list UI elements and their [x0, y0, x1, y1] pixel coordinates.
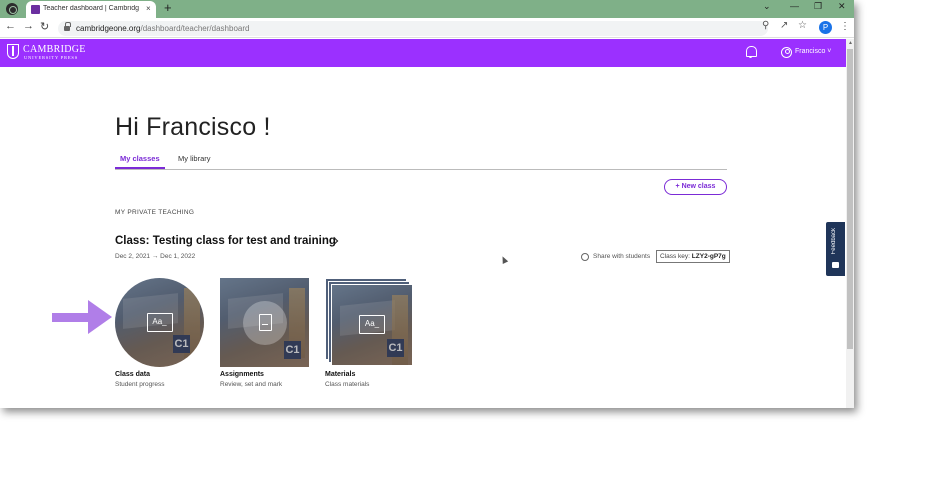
site-favicon-icon [31, 5, 40, 14]
class-key-box[interactable]: Class key: LZY2-gP7g [656, 250, 730, 263]
class-key-label: Class key: [660, 253, 690, 260]
class-key-value: LZY2-gP7g [691, 253, 726, 260]
share-with-students-radio[interactable] [581, 253, 589, 261]
scrollbar-thumb[interactable] [847, 49, 853, 349]
materials-card[interactable]: C1 Aa_ [331, 284, 413, 366]
window-close-button[interactable]: ✕ [838, 1, 846, 12]
tab-my-library[interactable]: My library [178, 154, 211, 163]
browser-tab-strip: Teacher dashboard | Cambridge × + ⌄ — ❐ … [0, 0, 854, 18]
zoom-icon[interactable]: ⚲ [762, 20, 769, 31]
assignments-title[interactable]: Assignments [220, 371, 264, 378]
share-icon[interactable]: ↗ [780, 20, 788, 31]
class-data-card[interactable]: C1 Aa_ [115, 278, 204, 367]
annotation-arrow-shaft [52, 313, 92, 322]
browser-menu-icon[interactable]: ⋮ [840, 21, 850, 32]
address-bar-row: ← → ↻ cambridgeone.org/dashboard/teacher… [0, 18, 854, 38]
user-menu-button[interactable]: Francisco ˅ [795, 48, 831, 55]
profile-avatar[interactable]: P [819, 21, 832, 34]
class-data-icon: Aa_ [146, 312, 173, 332]
class-dates: Dec 2, 2021 → Dec 1, 2022 [115, 253, 196, 260]
tab-close-icon[interactable]: × [146, 4, 151, 13]
url-text: cambridgeone.org/dashboard/teacher/dashb… [76, 24, 249, 33]
browser-tab-active[interactable]: Teacher dashboard | Cambridge × [26, 1, 156, 18]
browser-logo-icon [6, 3, 18, 15]
cambridge-crest-icon[interactable] [7, 44, 19, 59]
section-label: MY PRIVATE TEACHING [115, 209, 195, 216]
page-greeting: Hi Francisco ! [115, 113, 271, 141]
bookmark-star-icon[interactable]: ☆ [798, 20, 807, 31]
restore-button[interactable]: ❐ [814, 1, 822, 12]
url-host: cambridgeone.org [76, 24, 141, 33]
materials-icon: Aa_ [359, 315, 385, 334]
user-account-icon[interactable] [781, 47, 792, 58]
tab-search-icon[interactable]: ⌄ [763, 1, 771, 12]
feedback-label[interactable]: Feedback [831, 228, 837, 254]
assignments-card[interactable]: C1 [220, 278, 309, 367]
brand-name[interactable]: CAMBRIDGE [23, 44, 86, 55]
site-header: CAMBRIDGE UNIVERSITY PRESS Francisco ˅ [0, 39, 846, 67]
back-arrow-icon[interactable]: ← [5, 20, 16, 32]
tab-title: Teacher dashboard | Cambridge [43, 5, 139, 12]
materials-title[interactable]: Materials [325, 371, 355, 378]
feedback-icon[interactable] [832, 262, 839, 268]
mouse-pointer-icon [499, 255, 509, 264]
url-field[interactable]: cambridgeone.org/dashboard/teacher/dashb… [58, 21, 768, 36]
url-path: /dashboard/teacher/dashboard [140, 24, 250, 33]
forward-arrow-icon[interactable]: → [23, 20, 34, 32]
annotation-arrow-icon [88, 300, 112, 334]
class-data-subtitle: Student progress [115, 381, 165, 388]
brand-subtitle: UNIVERSITY PRESS [24, 55, 79, 60]
scroll-up-icon[interactable]: ▲ [848, 40, 853, 46]
lock-icon [64, 22, 71, 31]
tabs-divider [115, 169, 727, 170]
browser-window: Teacher dashboard | Cambridge × + ⌄ — ❐ … [0, 0, 854, 408]
assignments-subtitle: Review, set and mark [220, 381, 283, 388]
materials-subtitle: Class materials [325, 381, 370, 388]
tab-my-classes[interactable]: My classes [120, 154, 160, 163]
notifications-bell-icon[interactable] [745, 46, 757, 58]
page-scrollbar[interactable]: ▲ [846, 39, 854, 408]
class-title[interactable]: Class: Testing class for test and traini… [115, 235, 336, 247]
screenshot-root: Teacher dashboard | Cambridge × + ⌄ — ❐ … [0, 0, 926, 490]
new-class-button[interactable]: + New class [664, 179, 727, 195]
class-data-title[interactable]: Class data [115, 371, 150, 378]
share-with-students-label[interactable]: Share with students [593, 253, 650, 260]
minimize-button[interactable]: — [790, 1, 799, 11]
new-tab-button[interactable]: + [164, 0, 172, 15]
reload-icon[interactable]: ↻ [40, 20, 49, 33]
assignment-document-icon [258, 313, 272, 331]
